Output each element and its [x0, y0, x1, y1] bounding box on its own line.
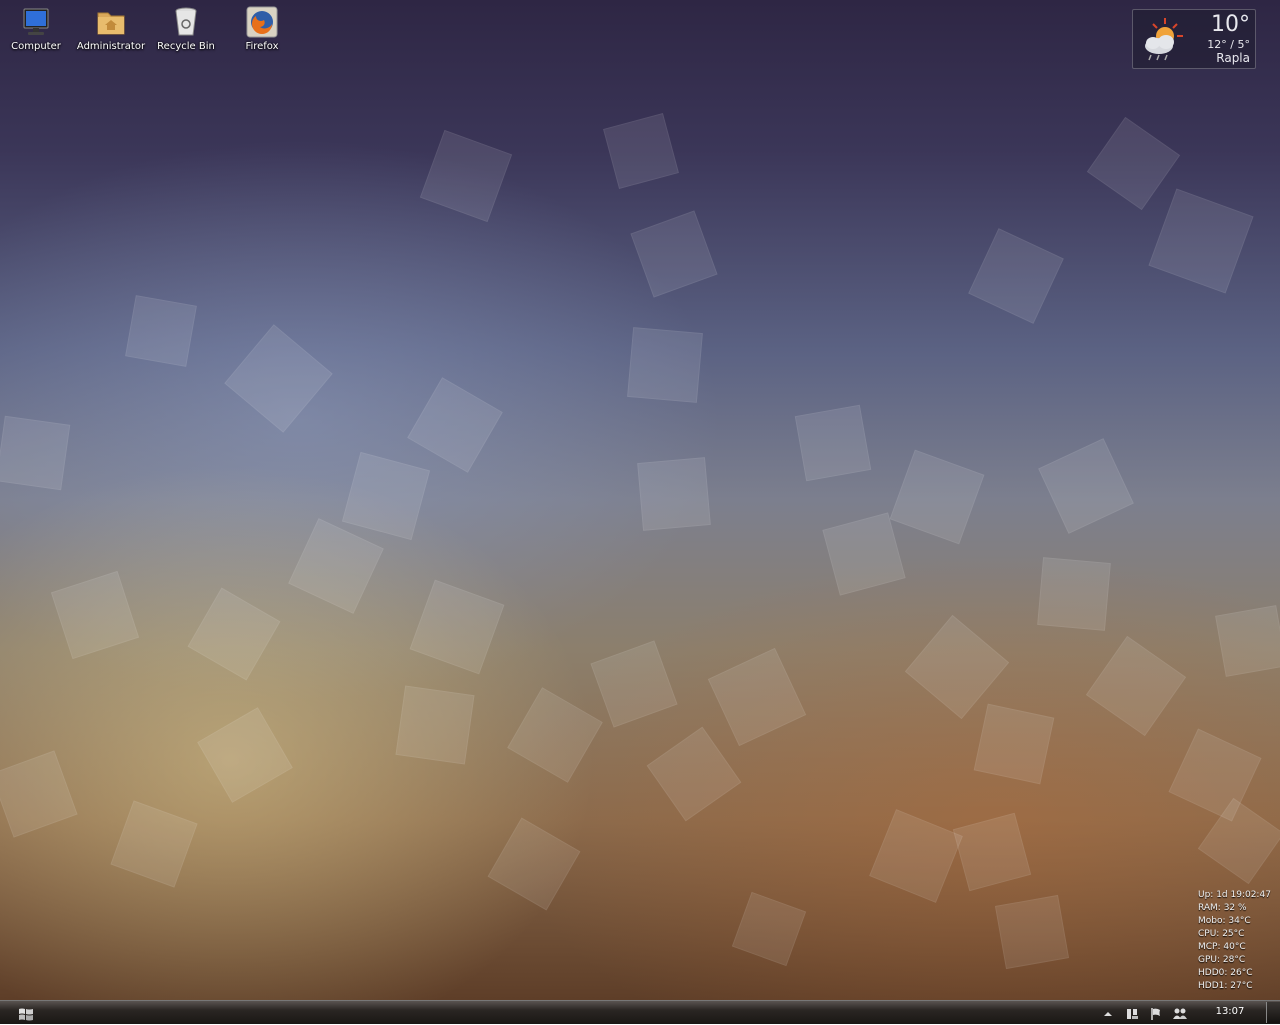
windows-logo-icon [19, 1008, 33, 1021]
network-icon[interactable] [1125, 1006, 1139, 1020]
taskbar-clock[interactable]: 13:07 [1206, 1006, 1254, 1017]
taskbar: 13:07 [0, 1000, 1280, 1024]
desktop-icon-label: Computer [11, 41, 61, 52]
stat-hdd0: HDD0: 26°C [1198, 968, 1253, 978]
show-desktop-button[interactable] [1266, 1002, 1280, 1023]
weather-gadget[interactable]: 10° 12° / 5° Rapla [1132, 9, 1256, 69]
recycle-bin-icon [170, 6, 202, 38]
desktop-icon-label: Firefox [245, 41, 279, 52]
stat-uptime: Up: 1d 19:02:47 [1198, 890, 1271, 900]
weather-temperature: 10° [1211, 12, 1250, 37]
users-icon[interactable] [1172, 1006, 1187, 1020]
computer-icon [20, 6, 52, 38]
stat-mcp: MCP: 40°C [1198, 942, 1246, 952]
start-button[interactable] [18, 1006, 34, 1021]
stat-mobo: Mobo: 34°C [1198, 916, 1251, 926]
desktop-wallpaper: Computer Administrator Recycle Bin Firef… [0, 0, 1280, 1000]
stat-cpu: CPU: 25°C [1198, 929, 1245, 939]
user-folder-icon [95, 6, 127, 38]
weather-range: 12° / 5° [1207, 38, 1250, 51]
desktop-icon-administrator[interactable]: Administrator [73, 6, 149, 53]
system-stats-overlay: Up: 1d 19:02:47 RAM: 32 % Mobo: 34°C CPU… [1198, 889, 1271, 993]
desktop-icon-label: Recycle Bin [157, 41, 215, 52]
show-hidden-icons-arrow[interactable] [1101, 1006, 1115, 1020]
desktop-icon-recycle-bin[interactable]: Recycle Bin [148, 6, 224, 53]
stat-ram: RAM: 32 % [1198, 903, 1247, 913]
firefox-icon [246, 6, 278, 38]
desktop-icon-firefox[interactable]: Firefox [224, 6, 300, 53]
partly-cloudy-icon [1139, 16, 1185, 62]
stat-hdd1: HDD1: 27°C [1198, 981, 1253, 991]
stat-gpu: GPU: 28°C [1198, 955, 1246, 965]
flag-icon[interactable] [1149, 1006, 1163, 1020]
desktop-icon-label: Administrator [76, 41, 146, 52]
weather-city: Rapla [1216, 51, 1250, 65]
desktop-icon-computer[interactable]: Computer [0, 6, 74, 53]
